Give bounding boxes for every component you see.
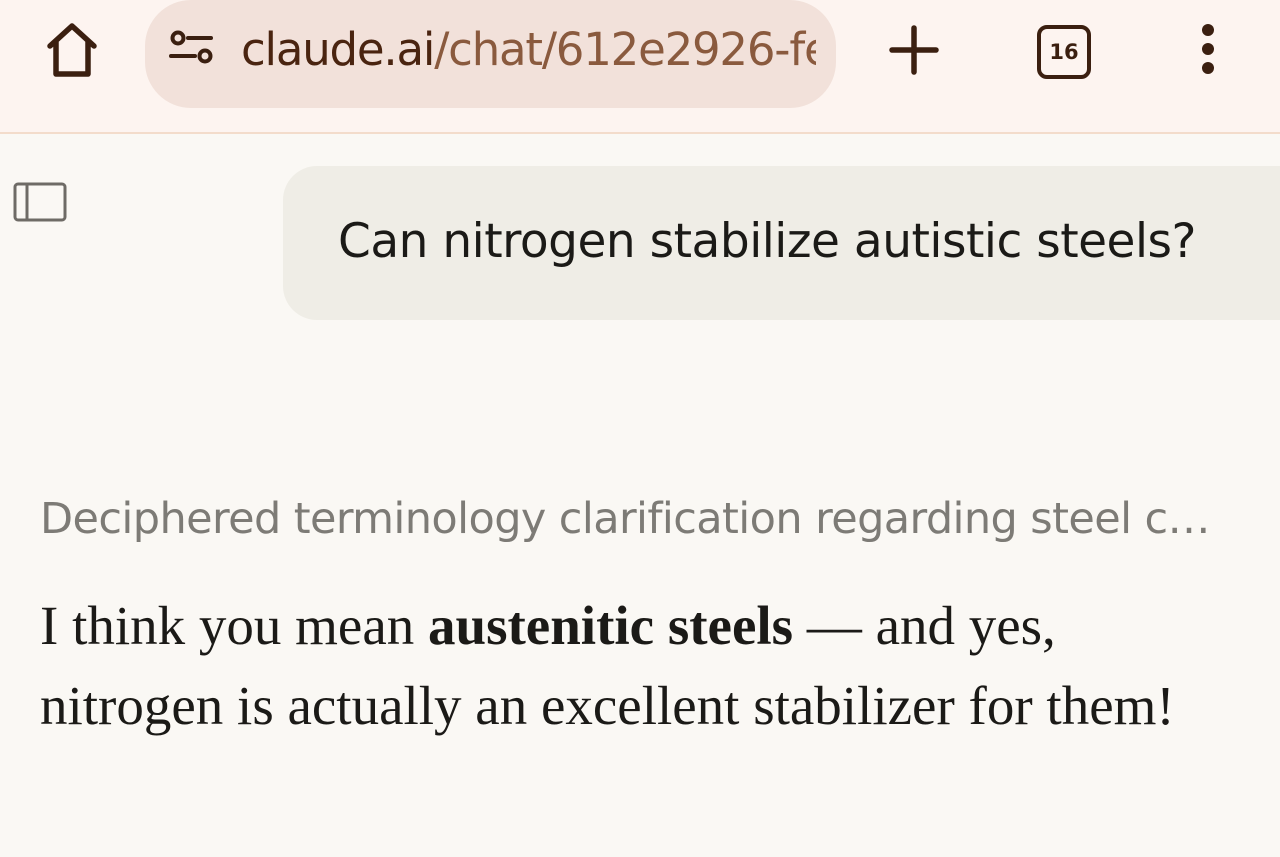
address-bar[interactable]: claude.ai/chat/612e2926-fe bbox=[145, 0, 836, 108]
reply-bold-term: austenitic steels bbox=[427, 595, 794, 656]
new-tab-button[interactable] bbox=[882, 20, 946, 80]
tab-switcher-button[interactable]: 16 bbox=[1034, 22, 1092, 79]
url-host: claude.ai bbox=[241, 23, 435, 76]
home-button[interactable] bbox=[40, 20, 104, 80]
more-vert-icon bbox=[1202, 24, 1214, 74]
url-path: /chat/612e2926-fe bbox=[434, 23, 816, 76]
tab-count: 16 bbox=[1037, 25, 1091, 79]
url-text[interactable]: claude.ai/chat/612e2926-fe bbox=[241, 22, 816, 78]
plus-icon bbox=[889, 25, 939, 75]
site-info-button[interactable] bbox=[167, 30, 217, 70]
thinking-summary[interactable]: Deciphered terminology clarification reg… bbox=[40, 490, 1270, 548]
assistant-reply: I think you mean austenitic steels — and… bbox=[40, 586, 1250, 746]
sidebar-toggle-button[interactable] bbox=[12, 180, 68, 224]
site-info-icon bbox=[169, 30, 213, 64]
browser-toolbar: claude.ai/chat/612e2926-fe 16 bbox=[0, 0, 1280, 134]
sidebar-toggle-icon bbox=[13, 182, 67, 222]
reply-text-start: I think you mean bbox=[40, 595, 428, 656]
browser-menu-button[interactable] bbox=[1190, 20, 1226, 80]
user-message-text: Can nitrogen stabilize autistic steels? bbox=[338, 214, 1196, 269]
home-icon bbox=[47, 23, 97, 77]
